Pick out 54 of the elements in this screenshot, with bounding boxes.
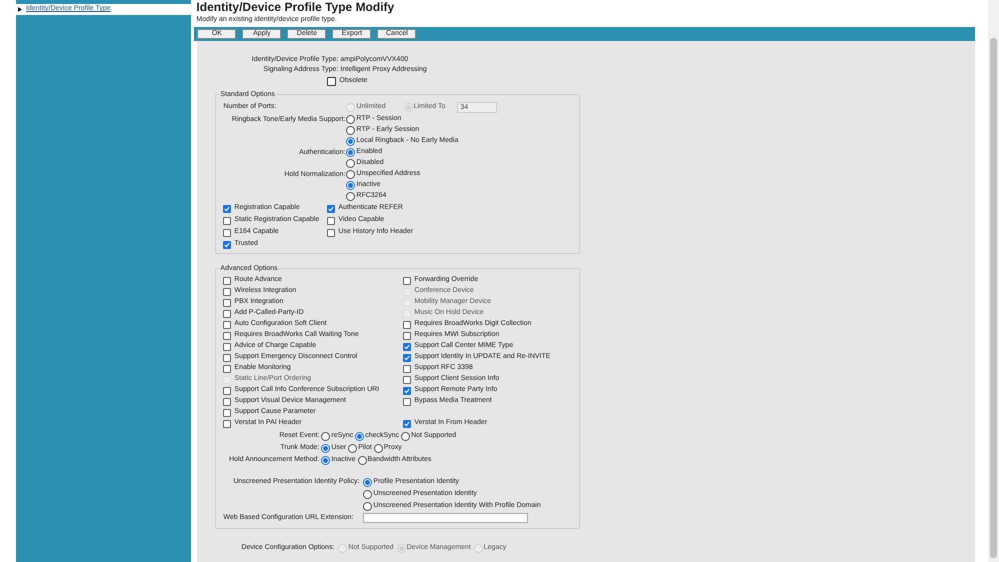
radio-button[interactable] (348, 444, 358, 452)
checkbox[interactable] (403, 376, 412, 384)
checkbox[interactable] (327, 228, 336, 236)
checkbox[interactable] (403, 276, 412, 284)
checkbox[interactable] (223, 298, 232, 306)
checkbox[interactable] (403, 398, 412, 406)
checkbox[interactable] (403, 354, 412, 362)
checkbox[interactable] (223, 310, 232, 318)
checkbox[interactable] (223, 342, 232, 350)
radio-button[interactable] (346, 115, 356, 124)
checkbox[interactable] (223, 386, 232, 394)
radio-button[interactable] (358, 456, 367, 464)
radio-button[interactable] (346, 159, 356, 168)
radio-button[interactable] (346, 137, 356, 146)
checkbox[interactable] (223, 354, 232, 362)
checkbox[interactable] (223, 288, 232, 296)
scrollbar[interactable] (988, 0, 999, 562)
checkbox[interactable] (223, 364, 232, 372)
radio-button[interactable] (374, 444, 383, 452)
radio-button[interactable] (346, 126, 356, 135)
radio-button[interactable] (363, 490, 372, 498)
radio-button[interactable] (346, 170, 356, 179)
radio-button[interactable] (346, 148, 356, 157)
arrow-icon (18, 7, 22, 12)
checkbox[interactable] (403, 320, 412, 328)
radio-button[interactable] (346, 181, 356, 190)
radio-button[interactable] (363, 478, 372, 486)
checkbox[interactable] (403, 342, 412, 350)
checkbox[interactable] (223, 228, 232, 236)
checkbox[interactable] (223, 276, 232, 284)
checkbox[interactable] (223, 408, 232, 416)
checkbox[interactable] (223, 332, 232, 340)
checkbox[interactable] (223, 216, 232, 224)
checkbox[interactable] (403, 420, 412, 428)
radio-button[interactable] (363, 502, 372, 510)
radio-button[interactable] (346, 192, 356, 201)
radio-button[interactable] (401, 432, 410, 440)
checkbox[interactable] (403, 364, 412, 372)
radio-button[interactable] (355, 432, 364, 440)
checkbox[interactable] (403, 332, 412, 340)
url-extension-input[interactable] (363, 513, 528, 523)
checkbox[interactable] (327, 76, 336, 86)
checkbox[interactable] (327, 216, 336, 224)
checkbox[interactable] (327, 204, 336, 212)
checkbox[interactable] (223, 240, 232, 248)
radio-button[interactable] (321, 432, 330, 440)
radio-button[interactable] (321, 456, 330, 464)
checkbox[interactable] (223, 398, 232, 406)
checkbox[interactable] (223, 420, 232, 428)
checkbox[interactable] (223, 204, 232, 212)
page-title: Identity/Device Profile Type Modify (195, 0, 396, 14)
radio-button[interactable] (321, 444, 330, 452)
checkbox[interactable] (223, 320, 232, 328)
checkbox[interactable] (403, 386, 412, 394)
